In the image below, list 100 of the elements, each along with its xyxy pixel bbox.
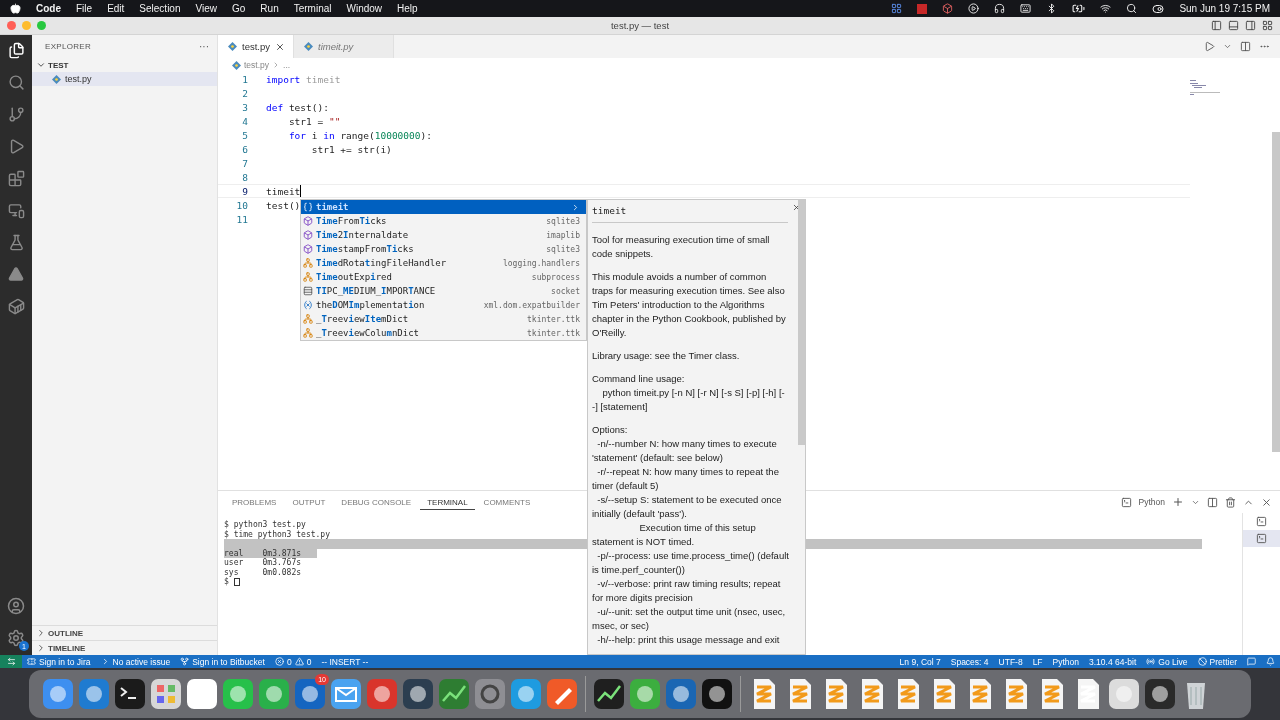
keyboard-icon[interactable] (1020, 3, 1032, 14)
suggestion-item[interactable]: TimeoutExpired subprocess (301, 270, 586, 284)
account-icon[interactable] (5, 595, 27, 617)
control-center-icon[interactable] (1152, 2, 1165, 15)
status-item[interactable]: Sign in to Jira (22, 655, 96, 668)
chevron-down-icon[interactable] (1223, 42, 1232, 51)
line-number: 4 (241, 115, 248, 127)
pen-icon[interactable] (545, 677, 579, 711)
suggestion-item[interactable]: TimedRotatingFileHandler logging.handlers (301, 256, 586, 270)
plus-icon[interactable] (1172, 496, 1184, 508)
gear-icon[interactable] (473, 677, 507, 711)
menu-item[interactable]: Selection (139, 3, 181, 14)
secondary-sidebar-icon[interactable] (1245, 20, 1256, 31)
status-square-icon[interactable] (917, 3, 928, 14)
warning-icon (294, 657, 304, 666)
wifi-icon[interactable] (1100, 3, 1112, 14)
suggestion-item[interactable]: theDOMImplementation xml.dom.expatbuilder (301, 298, 586, 312)
code-line: str1 = "" (287, 115, 341, 127)
explorer-entry[interactable]: test.py (32, 72, 217, 86)
status-item[interactable]: 3.10.4 64-bit (1084, 655, 1142, 668)
suggestion-item[interactable]: timeit (301, 200, 586, 214)
panel-tab[interactable]: TERMINAL (420, 494, 475, 510)
app-icon[interactable] (365, 677, 399, 711)
suggestion-item[interactable]: Time2Internaldate imaplib (301, 228, 586, 242)
status-item[interactable]: Ln 9, Col 7 (894, 655, 946, 668)
app-icon[interactable] (1143, 677, 1177, 711)
app-icon[interactable] (293, 677, 327, 711)
app-icon[interactable] (41, 677, 75, 711)
panel-tab[interactable]: DEBUG CONSOLE (334, 494, 419, 510)
folder-item[interactable]: TEST (32, 58, 217, 72)
status-item[interactable]: Sign in to Bitbucket (175, 655, 270, 668)
panel-toggle-icon[interactable] (1228, 20, 1239, 31)
suggestion-item[interactable]: _TreeviewColumnDict tkinter.ttk (301, 326, 586, 340)
box-icon[interactable] (942, 3, 954, 14)
status-item[interactable]: -- INSERT -- (316, 655, 374, 668)
run-icon[interactable] (1204, 41, 1215, 52)
app-icon[interactable] (1107, 677, 1141, 711)
error-count: 0 (286, 656, 292, 667)
app-grid-icon[interactable] (891, 3, 903, 14)
apple-icon[interactable] (10, 3, 21, 14)
app-icon[interactable] (401, 677, 435, 711)
suggestion-item[interactable]: _TreeviewItemDict tkinter.ttk (301, 312, 586, 326)
app-icon[interactable] (185, 677, 219, 711)
app-icon[interactable] (221, 677, 255, 711)
panel-tab[interactable]: OUTPUT (285, 494, 333, 510)
close-icon[interactable] (275, 41, 285, 52)
breadcrumb-item[interactable]: test.py (244, 60, 270, 70)
sidebar-toggle-icon[interactable] (1211, 20, 1222, 31)
chevron-down-icon (36, 60, 46, 70)
more-actions-button[interactable]: ··· (199, 41, 209, 52)
chart-icon[interactable] (592, 677, 626, 711)
headphones-icon[interactable] (994, 3, 1006, 14)
cube-icon (303, 216, 313, 226)
terminal-icon[interactable] (113, 677, 147, 711)
terminal-tab[interactable] (1243, 530, 1280, 547)
terminal-line: sys 0m0.082s (224, 567, 302, 577)
suggestion-item[interactable]: TIPC_MEDIUM_IMPORTANCE socket (301, 284, 586, 298)
editor-tab[interactable]: timeit.py (294, 35, 394, 58)
remote-button[interactable] (0, 655, 22, 668)
panel-tab[interactable]: PROBLEMS (225, 494, 284, 510)
grid-icon[interactable] (149, 677, 183, 711)
editor-tab[interactable]: test.py (218, 35, 294, 58)
suggestion-item[interactable]: TimeFromTicks sqlite3 (301, 214, 586, 228)
menu-item[interactable]: Window (346, 3, 383, 14)
status-item[interactable]: No active issue (95, 655, 176, 668)
layout-icon[interactable] (1262, 20, 1273, 31)
terminal-profile[interactable]: Python (1138, 497, 1165, 507)
status-item[interactable]: Prettier (1192, 655, 1242, 668)
menu-item[interactable]: Run (260, 3, 279, 14)
trash-icon[interactable] (1225, 496, 1236, 508)
suggestion-item[interactable]: TimestampFromTicks sqlite3 (301, 242, 586, 256)
battery-icon[interactable] (1072, 2, 1086, 15)
status-item[interactable]: Python (1047, 655, 1085, 668)
problems-status[interactable]: 0 0 (269, 655, 317, 668)
app-menu[interactable]: Code (36, 3, 61, 14)
status-item[interactable]: LF (1027, 655, 1048, 668)
app-icon[interactable] (257, 677, 291, 711)
search-icon[interactable] (1126, 3, 1138, 14)
menu-item[interactable]: File (76, 3, 93, 14)
status-item[interactable]: Go Live (1141, 655, 1193, 668)
status-item[interactable]: UTF-8 (993, 655, 1028, 668)
mail-icon[interactable] (329, 677, 363, 711)
menu-item[interactable]: Terminal (293, 3, 332, 14)
menu-item[interactable]: View (195, 3, 217, 14)
variable-icon (303, 300, 313, 310)
split-terminal-icon[interactable] (1207, 496, 1218, 508)
menu-item[interactable]: Go (232, 3, 246, 14)
app-icon[interactable] (509, 677, 543, 711)
app-icon[interactable] (664, 677, 698, 711)
status-item[interactable]: Spaces: 4 (945, 655, 994, 668)
section-header[interactable]: OUTLINE (32, 625, 217, 640)
close-icon[interactable] (1261, 496, 1272, 508)
menu-item[interactable]: Help (397, 3, 418, 14)
split-editor-icon[interactable] (1240, 41, 1251, 52)
close-button[interactable] (7, 21, 16, 30)
play-icon[interactable] (968, 3, 980, 14)
panel-tab[interactable]: COMMENTS (476, 494, 538, 510)
menu-item[interactable]: Edit (107, 3, 125, 14)
breadcrumb-item[interactable]: ... (283, 60, 291, 70)
app-icon[interactable] (700, 677, 734, 711)
